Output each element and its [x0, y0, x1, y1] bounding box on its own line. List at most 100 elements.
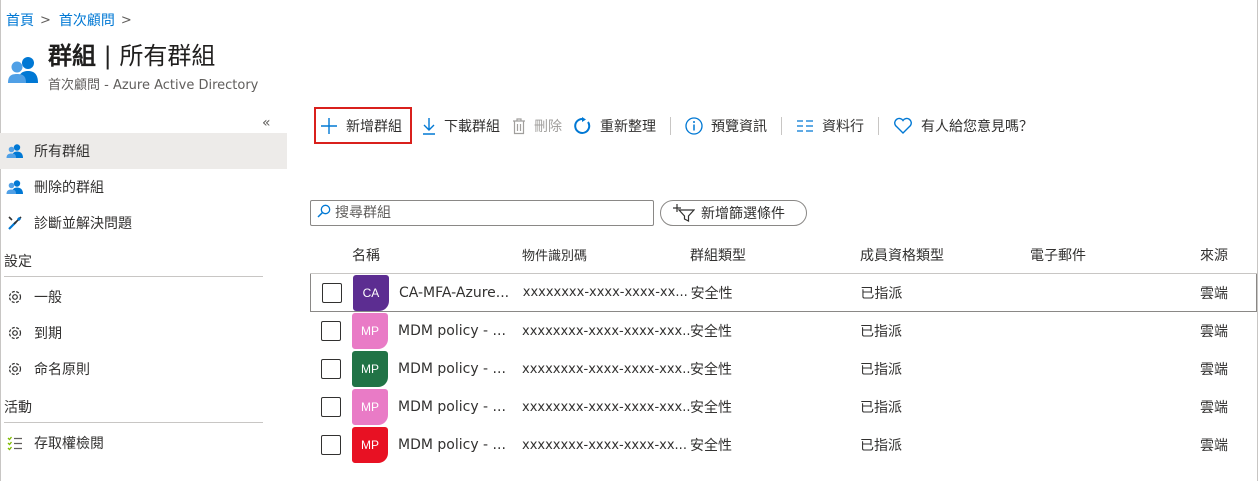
collapse-sidebar-button[interactable]: «: [262, 115, 271, 131]
page-title-main: 群組: [48, 42, 96, 70]
search-box[interactable]: [310, 200, 654, 226]
sidebar: 所有群組 刪除的群組 診斷並解決問題 設定 一般 到期 命名原則 活動 存取權檢…: [0, 133, 287, 461]
table-row[interactable]: CA CA-MFA-Azure... xxxxxxxx-xxxx-xxxx-xx…: [310, 274, 1257, 312]
group-avatar: MP: [352, 427, 388, 463]
groups-icon: [6, 178, 24, 196]
sidebar-item-label: 所有群組: [34, 144, 90, 160]
plus-icon: [320, 117, 338, 135]
object-id: xxxxxxxx-xxxx-xxxx-xx...: [522, 437, 687, 453]
source: 雲端: [1200, 324, 1228, 340]
object-id: xxxxxxxx-xxxx-xxxx-xxx...: [522, 399, 690, 415]
sidebar-item-general[interactable]: 一般: [0, 279, 287, 315]
group-name-link[interactable]: MDM policy - ...: [398, 437, 506, 453]
table-row[interactable]: MP MDM policy - ... xxxxxxxx-xxxx-xxxx-x…: [310, 426, 1257, 464]
sidebar-item-access-reviews[interactable]: 存取權檢閱: [0, 425, 287, 461]
group-avatar: MP: [352, 313, 388, 349]
delete-button[interactable]: 刪除: [506, 111, 568, 141]
breadcrumb: 首頁 > 首次顧問 >: [6, 10, 140, 30]
object-id: xxxxxxxx-xxxx-xxxx-xxx...: [522, 361, 690, 377]
feedback-button[interactable]: 有人給您意見嗎？: [887, 111, 1039, 141]
command-bar: 新增群組 下載群組 刪除 重新整理 預覽資訊 資料行 有人給您意見嗎？: [314, 107, 1039, 144]
group-name-link[interactable]: MDM policy - ...: [398, 361, 506, 377]
column-header-source[interactable]: 來源: [1200, 245, 1256, 265]
new-group-button[interactable]: 新增群組: [314, 107, 412, 144]
group-name-link[interactable]: MDM policy - ...: [398, 323, 506, 339]
page-header: 群組 | 所有群組 首次顧問 - Azure Active Directory: [6, 40, 258, 93]
gear-icon: [6, 288, 24, 306]
gear-icon: [6, 360, 24, 378]
refresh-icon: [574, 116, 592, 135]
delete-label: 刪除: [534, 118, 562, 135]
group-avatar: MP: [352, 351, 388, 387]
column-header-membership-type[interactable]: 成員資格類型: [860, 245, 1030, 265]
page-subtitle: 首次顧問 - Azure Active Directory: [48, 78, 259, 93]
table-header: 名稱 物件識別碼 群組類型 成員資格類型 電子郵件 來源: [310, 236, 1257, 274]
sidebar-item-expiration[interactable]: 到期: [0, 315, 287, 351]
breadcrumb-home[interactable]: 首頁: [6, 10, 34, 30]
refresh-button[interactable]: 重新整理: [568, 111, 662, 141]
groups-icon: [8, 57, 38, 83]
search-icon: [317, 204, 331, 222]
membership-type: 已指派: [860, 438, 902, 454]
search-input[interactable]: [335, 205, 635, 221]
right-border: [1257, 0, 1258, 481]
row-checkbox[interactable]: [321, 282, 342, 303]
add-filter-label: 新增篩選條件: [701, 206, 785, 222]
refresh-label: 重新整理: [600, 118, 656, 135]
columns-label: 資料行: [822, 118, 864, 135]
trash-icon: [512, 117, 526, 135]
membership-type: 已指派: [860, 362, 902, 378]
preview-features-button[interactable]: 預覽資訊: [679, 111, 773, 141]
row-checkbox[interactable]: [321, 397, 341, 417]
group-avatar: MP: [352, 389, 388, 425]
columns-icon: [796, 119, 814, 133]
groups-table: 名稱 物件識別碼 群組類型 成員資格類型 電子郵件 來源 CA CA-MFA-A…: [310, 236, 1257, 464]
membership-type: 已指派: [860, 324, 902, 340]
toolbar-separator: [670, 116, 671, 135]
gear-icon: [6, 324, 24, 342]
column-header-object-id[interactable]: 物件識別碼: [522, 245, 690, 264]
group-type: 安全性: [690, 438, 732, 454]
group-type: 安全性: [690, 400, 732, 416]
page-title: 群組 | 所有群組: [48, 40, 258, 72]
column-header-email[interactable]: 電子郵件: [1030, 245, 1200, 265]
checklist-icon: [6, 434, 24, 452]
row-checkbox[interactable]: [321, 321, 341, 341]
sidebar-item-label: 一般: [34, 290, 62, 306]
new-group-label: 新增群組: [346, 118, 402, 135]
source: 雲端: [1200, 400, 1228, 416]
chevron-right-icon: >: [120, 12, 132, 28]
filter-add-icon: [673, 204, 695, 222]
breadcrumb-tenant[interactable]: 首次顧問: [59, 10, 115, 30]
columns-button[interactable]: 資料行: [790, 111, 870, 141]
column-header-name[interactable]: 名稱: [352, 245, 522, 265]
membership-type: 已指派: [860, 285, 903, 302]
add-filter-button[interactable]: 新增篩選條件: [660, 200, 807, 226]
sidebar-item-diagnose[interactable]: 診斷並解決問題: [0, 205, 287, 241]
group-name-link[interactable]: CA-MFA-Azure...: [399, 285, 509, 301]
sidebar-item-label: 診斷並解決問題: [34, 216, 132, 232]
membership-type: 已指派: [860, 400, 902, 416]
sidebar-item-label: 命名原則: [34, 362, 90, 378]
source: 雲端: [1200, 438, 1228, 454]
sidebar-item-all-groups[interactable]: 所有群組: [0, 133, 287, 169]
table-row[interactable]: MP MDM policy - ... xxxxxxxx-xxxx-xxxx-x…: [310, 312, 1257, 350]
table-row[interactable]: MP MDM policy - ... xxxxxxxx-xxxx-xxxx-x…: [310, 388, 1257, 426]
sidebar-item-label: 存取權檢閱: [34, 436, 104, 452]
info-icon: [685, 116, 703, 135]
sidebar-item-deleted-groups[interactable]: 刪除的群組: [0, 169, 287, 205]
feedback-label: 有人給您意見嗎？: [921, 118, 1033, 135]
row-checkbox[interactable]: [321, 435, 341, 455]
column-header-group-type[interactable]: 群組類型: [690, 245, 860, 265]
download-groups-button[interactable]: 下載群組: [416, 111, 506, 141]
group-name-link[interactable]: MDM policy - ...: [398, 399, 506, 415]
object-id: xxxxxxxx-xxxx-xxxx-xx...: [522, 285, 688, 300]
row-checkbox[interactable]: [321, 359, 341, 379]
divider: [4, 422, 263, 423]
sidebar-item-naming-policy[interactable]: 命名原則: [0, 351, 287, 387]
toolbar-separator: [878, 116, 879, 135]
group-avatar: CA: [352, 274, 389, 311]
source: 雲端: [1200, 362, 1228, 378]
object-id: xxxxxxxx-xxxx-xxxx-xxx...: [522, 323, 690, 339]
table-row[interactable]: MP MDM policy - ... xxxxxxxx-xxxx-xxxx-x…: [310, 350, 1257, 388]
